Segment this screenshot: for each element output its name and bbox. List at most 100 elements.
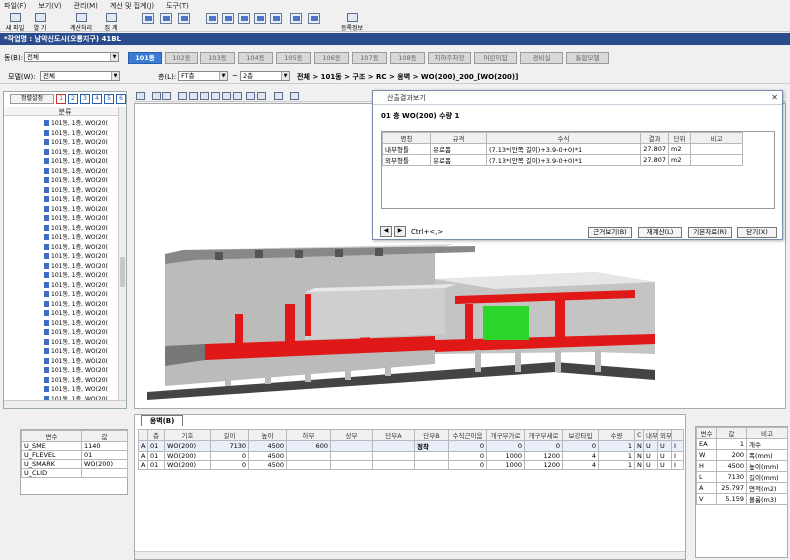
open-button[interactable]: 열 기 bbox=[30, 13, 50, 32]
tree-item[interactable]: 101동, 1층, WO(20( bbox=[44, 137, 108, 147]
search-all-icon[interactable] bbox=[178, 13, 190, 24]
tab-103[interactable]: 103동 bbox=[200, 52, 235, 64]
base-data-button[interactable]: 기본자료(R) bbox=[688, 227, 732, 238]
menu-calc[interactable]: 계산 및 집계(J) bbox=[110, 1, 154, 11]
tab-105[interactable]: 105동 bbox=[276, 52, 311, 64]
sort-settings-button[interactable]: 정렬설정 bbox=[10, 94, 54, 104]
tree-item[interactable]: 101동, 1층, WO(20( bbox=[44, 327, 108, 337]
tree-item[interactable]: 101동, 1층, WO(20( bbox=[44, 242, 108, 252]
tree-item[interactable]: 101동, 1층, WO(20( bbox=[44, 204, 108, 214]
view-back-icon[interactable] bbox=[189, 92, 198, 100]
wireframe-icon[interactable] bbox=[290, 92, 299, 100]
tree-scrollbar[interactable] bbox=[118, 107, 126, 400]
tree-hscrollbar[interactable] bbox=[4, 400, 126, 408]
tab-104[interactable]: 104동 bbox=[238, 52, 273, 64]
report-icon[interactable] bbox=[142, 13, 154, 24]
view-top-icon[interactable] bbox=[222, 92, 231, 100]
tab-102[interactable]: 102동 bbox=[165, 52, 198, 64]
tree-item[interactable]: 101동, 1층, WO(20( bbox=[44, 270, 108, 280]
tree-item[interactable]: 101동, 1층, WO(20( bbox=[44, 156, 108, 166]
table-row[interactable]: U_SME 1140 bbox=[21, 441, 128, 451]
tree-item[interactable]: 101동, 1층, WO(20( bbox=[44, 194, 108, 204]
tree-item[interactable]: 101동, 1층, WO(20( bbox=[44, 280, 108, 290]
tree-item[interactable]: 101동, 1층, WO(20( bbox=[44, 147, 108, 157]
table-row[interactable]: EA 1 개수 bbox=[696, 438, 788, 450]
tab-parking[interactable]: 지하주차장 bbox=[428, 52, 471, 64]
tree-item[interactable]: 101동, 1층, WO(20( bbox=[44, 337, 108, 347]
properties-button[interactable]: 등록정보 bbox=[336, 13, 368, 32]
grid-icon[interactable] bbox=[206, 13, 218, 24]
tree-item[interactable]: 101동, 1층, WO(20( bbox=[44, 289, 108, 299]
tree-item[interactable]: 101동, 1층, WO(20( bbox=[44, 185, 108, 195]
table-row[interactable]: 외부형틀 유로폼 (7.13*(안쪽 길이)+3.9-0+0)*1 27.807… bbox=[382, 154, 743, 166]
filter-5-button[interactable]: 5 bbox=[104, 94, 114, 104]
next-icon[interactable]: ▶ bbox=[394, 226, 406, 237]
tab-101[interactable]: 101동 bbox=[128, 52, 162, 64]
pan-icon[interactable] bbox=[162, 92, 171, 100]
list-icon[interactable] bbox=[274, 92, 283, 100]
tree-item[interactable]: 101동, 1층, WO(20( bbox=[44, 346, 108, 356]
table-hscrollbar[interactable] bbox=[135, 551, 685, 559]
table-row[interactable]: U_FLEVEL 01 bbox=[21, 450, 128, 460]
tree-item[interactable]: 101동, 1층, WO(20( bbox=[44, 384, 108, 394]
menu-manage[interactable]: 관리(M) bbox=[74, 1, 98, 11]
tree-item[interactable]: 101동, 1층, WO(20( bbox=[44, 175, 108, 185]
table-row[interactable]: W 200 폭(mm) bbox=[696, 449, 788, 461]
tree-item[interactable]: 101동, 1층, WO(20( bbox=[44, 118, 108, 128]
export-icon[interactable] bbox=[290, 13, 302, 24]
new-file-button[interactable]: 새 파일 bbox=[4, 13, 26, 32]
tab-daycare[interactable]: 어린이집 bbox=[474, 52, 517, 64]
view-home-icon[interactable] bbox=[136, 92, 145, 100]
layer-icon[interactable] bbox=[246, 92, 255, 100]
tree-item[interactable]: 101동, 1층, WO(20( bbox=[44, 299, 108, 309]
recalc-button[interactable]: 재계산(L) bbox=[638, 227, 682, 238]
tree-item[interactable]: 101동, 1층, WO(20( bbox=[44, 223, 108, 233]
tree-item[interactable]: 101동, 1층, WO(20( bbox=[44, 356, 108, 366]
menu-view[interactable]: 보기(V) bbox=[38, 1, 61, 11]
edit-icon[interactable] bbox=[270, 13, 282, 24]
view-right-icon[interactable] bbox=[211, 92, 220, 100]
table-row[interactable]: U_CLID bbox=[21, 468, 128, 478]
filter-6-button[interactable]: 6 bbox=[116, 94, 126, 104]
table-row[interactable]: L 7130 길이(mm) bbox=[696, 471, 788, 483]
filter-2-button[interactable]: 2 bbox=[68, 94, 78, 104]
tree-item[interactable]: 101동, 1층, WO(20( bbox=[44, 318, 108, 328]
table-row[interactable]: V 5.159 볼륨(m3) bbox=[696, 493, 788, 505]
close-button[interactable]: 닫기(X) bbox=[737, 227, 777, 238]
chart-icon[interactable] bbox=[254, 13, 266, 24]
search-icon[interactable] bbox=[160, 13, 172, 24]
menu-file[interactable]: 파일(F) bbox=[4, 1, 26, 11]
tree-item[interactable]: 101동, 1층, WO(20( bbox=[44, 308, 108, 318]
tree-item[interactable]: 101동, 1층, WO(20( bbox=[44, 128, 108, 138]
view-left-icon[interactable] bbox=[200, 92, 209, 100]
tree-item[interactable]: 101동, 1층, WO(20( bbox=[44, 365, 108, 375]
tree-item[interactable]: 101동, 1층, WO(20( bbox=[44, 232, 108, 242]
filter-3-button[interactable]: 3 bbox=[80, 94, 90, 104]
view-front-icon[interactable] bbox=[178, 92, 187, 100]
table-row[interactable]: A 01 WO(200) 0 4500 0 1000 1200 4 1 N U U I bbox=[138, 451, 684, 461]
close-icon[interactable]: ✕ bbox=[771, 91, 778, 105]
prev-icon[interactable]: ◀ bbox=[380, 226, 392, 237]
menu-tools[interactable]: 도구(T) bbox=[166, 1, 189, 11]
table-row[interactable]: 내부형틀 유로폼 (7.13*(안쪽 길이)+3.9-0+0)*1 27.807… bbox=[382, 143, 743, 155]
edit-grid-icon[interactable] bbox=[222, 13, 234, 24]
tree-item[interactable]: 101동, 1층, WO(20( bbox=[44, 166, 108, 176]
tab-107[interactable]: 107동 bbox=[352, 52, 387, 64]
summary-button[interactable]: 집 계 bbox=[100, 13, 122, 32]
building-select[interactable]: 전체 ▼ bbox=[24, 52, 119, 62]
table-row[interactable]: U_SMARK WO(200) bbox=[21, 459, 128, 469]
tree-item[interactable]: 101동, 1층, WO(20( bbox=[44, 375, 108, 385]
table-row[interactable]: H 4500 높이(mm) bbox=[696, 460, 788, 472]
table-icon[interactable] bbox=[238, 13, 250, 24]
table-row[interactable]: A 25.797 면적(m2) bbox=[696, 482, 788, 494]
tree-item[interactable]: 101동, 1층, WO(20( bbox=[44, 251, 108, 261]
tab-integrated[interactable]: 통합모델 bbox=[566, 52, 609, 64]
tree-item[interactable]: 101동, 1층, WO(20( bbox=[44, 261, 108, 271]
table-row[interactable]: A 01 WO(200) 7130 4500 600 정착 0 0 0 0 1 N U U I bbox=[138, 440, 684, 452]
filter-4-button[interactable]: 4 bbox=[92, 94, 102, 104]
floor-to-select[interactable]: 2층 ▼ bbox=[240, 71, 290, 81]
floor-from-select[interactable]: FT층 ▼ bbox=[178, 71, 228, 81]
tab-wall[interactable]: 옹벽(B) bbox=[141, 415, 183, 426]
scroll-thumb[interactable] bbox=[120, 257, 125, 287]
filter-1-button[interactable]: 1 bbox=[56, 94, 66, 104]
